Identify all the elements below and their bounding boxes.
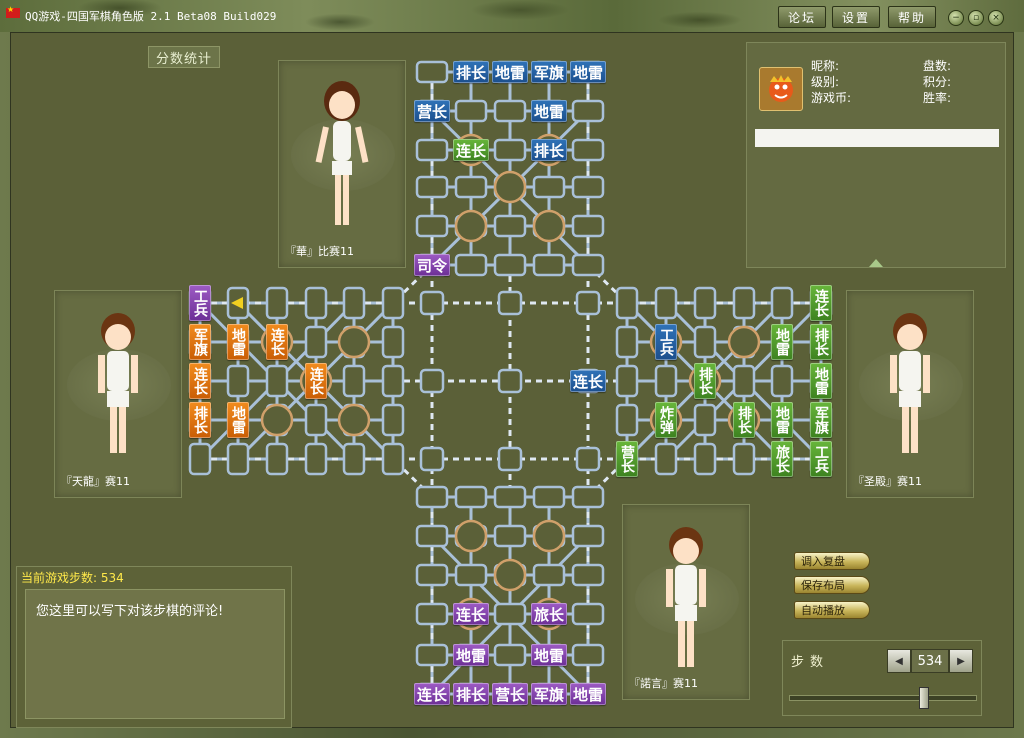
collapse-arrow-icon[interactable] xyxy=(869,259,883,267)
game-piece[interactable]: 司令 xyxy=(414,254,450,276)
step-comment-panel: 当前游戏步数: 534 您这里可以写下对该步棋的评论! xyxy=(16,566,292,728)
game-piece[interactable]: 地雷 xyxy=(771,402,793,438)
step-control-panel: 步数 ◀ 534 ▶ xyxy=(782,640,982,716)
game-piece[interactable]: 地雷 xyxy=(492,61,528,83)
comment-area[interactable]: 您这里可以写下对该步棋的评论! xyxy=(25,589,285,719)
boy-avatar-icon xyxy=(890,313,930,453)
game-piece[interactable]: 地雷 xyxy=(810,363,832,399)
game-piece[interactable]: 连长 xyxy=(305,363,327,399)
game-piece[interactable]: 地雷 xyxy=(453,644,489,666)
player-portrait-bottom: 『諾言』赛11 xyxy=(622,504,750,700)
game-piece[interactable]: 连长 xyxy=(189,363,211,399)
auto-play-button[interactable]: 自动播放 xyxy=(794,601,870,619)
game-piece[interactable]: 连长 xyxy=(266,324,288,360)
game-piece[interactable]: 排长 xyxy=(453,61,489,83)
game-piece[interactable]: 军旗 xyxy=(810,402,832,438)
save-layout-button[interactable]: 保存布局 xyxy=(794,576,870,594)
game-piece[interactable]: 工兵 xyxy=(655,324,677,360)
game-piece[interactable]: 排长 xyxy=(733,402,755,438)
player-portrait-right: 『圣殿』赛11 xyxy=(846,290,974,498)
game-piece[interactable]: 军旗 xyxy=(189,324,211,360)
coins-label: 游戏币: xyxy=(811,91,852,105)
game-piece[interactable]: 工兵 xyxy=(189,285,211,321)
player-name-right: 『圣殿』赛11 xyxy=(853,475,922,488)
player-portrait-left: 『天龍』赛11 xyxy=(54,290,182,498)
winrate-label: 胜率: xyxy=(923,91,952,105)
player-portrait-top: 『華』比赛11 xyxy=(278,60,406,268)
score-label: 积分: xyxy=(923,75,952,89)
game-piece[interactable]: 连长 xyxy=(414,683,450,705)
game-piece[interactable]: 地雷 xyxy=(771,324,793,360)
game-piece[interactable]: 军旗 xyxy=(531,61,567,83)
step-slider-thumb[interactable] xyxy=(919,687,929,709)
game-piece[interactable]: 营长 xyxy=(414,100,450,122)
player-info-panel: 昵称: 级别: 游戏币: 盘数: 积分: 胜率: xyxy=(746,42,1006,268)
game-piece[interactable]: 营长 xyxy=(616,441,638,477)
boy-avatar-icon xyxy=(666,527,706,667)
game-piece[interactable]: 旅长 xyxy=(531,603,567,625)
game-piece[interactable]: 工兵 xyxy=(810,441,832,477)
game-piece[interactable]: 排长 xyxy=(531,139,567,161)
prev-step-icon[interactable]: ◀ xyxy=(887,649,911,673)
games-label: 盘数: xyxy=(923,59,952,73)
player-name-bottom: 『諾言』赛11 xyxy=(629,677,698,690)
comment-placeholder: 您这里可以写下对该步棋的评论! xyxy=(36,604,224,619)
level-label: 级别: xyxy=(811,75,840,89)
game-piece[interactable]: 地雷 xyxy=(570,683,606,705)
game-piece[interactable]: 排长 xyxy=(810,324,832,360)
game-piece[interactable]: 地雷 xyxy=(227,402,249,438)
step-number: 534 xyxy=(911,649,949,673)
game-piece[interactable]: 军旗 xyxy=(531,683,567,705)
game-piece[interactable]: 连长 xyxy=(810,285,832,321)
nickname-label: 昵称: xyxy=(811,59,840,73)
current-steps-label: 当前游戏步数: 534 xyxy=(21,571,124,585)
boy-avatar-icon xyxy=(98,313,138,453)
girl-avatar-icon xyxy=(315,81,369,225)
player-name-top: 『華』比赛11 xyxy=(285,245,354,258)
game-piece[interactable]: 排长 xyxy=(189,402,211,438)
game-piece[interactable]: 营长 xyxy=(492,683,528,705)
game-piece[interactable]: 连长 xyxy=(570,370,606,392)
game-icon xyxy=(759,67,803,111)
game-piece[interactable]: 地雷 xyxy=(570,61,606,83)
game-piece[interactable]: 旅长 xyxy=(771,441,793,477)
game-piece[interactable]: 排长 xyxy=(453,683,489,705)
info-strip xyxy=(755,129,999,147)
last-move-marker-icon xyxy=(231,297,243,309)
game-piece[interactable]: 连长 xyxy=(453,603,489,625)
load-replay-button[interactable]: 调入复盘 xyxy=(794,552,870,570)
game-piece[interactable]: 地雷 xyxy=(227,324,249,360)
game-piece[interactable]: 炸弹 xyxy=(655,402,677,438)
game-piece[interactable]: 地雷 xyxy=(531,644,567,666)
player-name-left: 『天龍』赛11 xyxy=(61,475,130,488)
game-piece[interactable]: 连长 xyxy=(453,139,489,161)
next-step-icon[interactable]: ▶ xyxy=(949,649,973,673)
game-piece[interactable]: 地雷 xyxy=(531,100,567,122)
game-piece[interactable]: 排长 xyxy=(694,363,716,399)
steps-label: 步数 xyxy=(791,655,830,670)
step-slider-track[interactable] xyxy=(789,695,977,701)
